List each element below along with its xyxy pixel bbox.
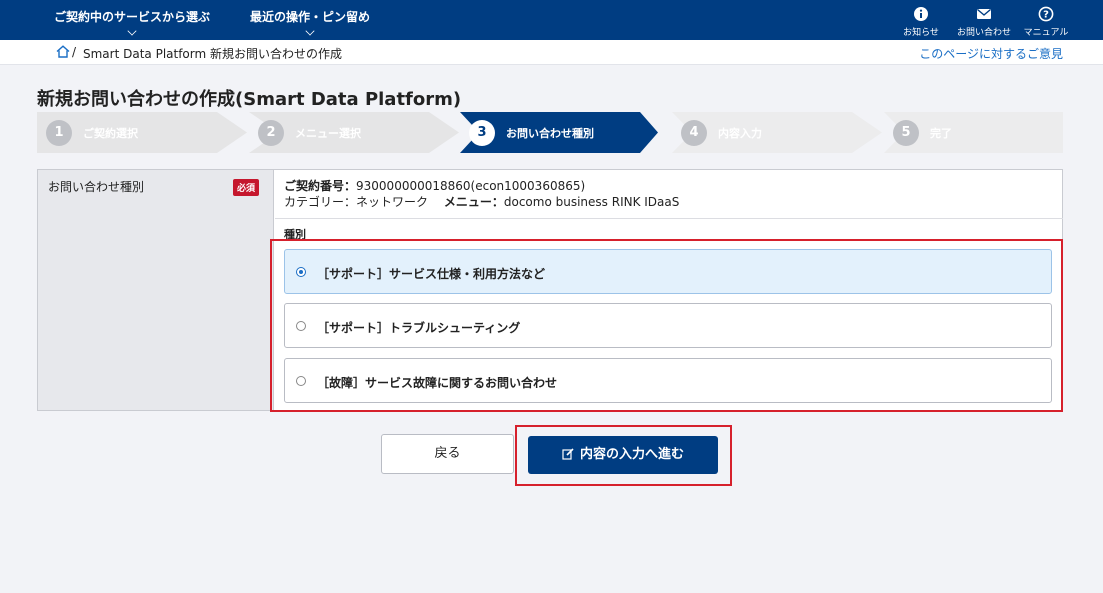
contracted-services-label: ご契約中のサービスから選ぶ [54,10,211,24]
step-label: ご契約選択 [83,127,138,140]
breadcrumb-current: Smart Data Platform 新規お問い合わせの作成 [83,47,343,61]
field-label: お問い合わせ種別 [48,180,145,194]
contact-label: お問い合わせ [956,28,1011,38]
step-number: 1 [46,120,72,146]
option-label: ［故障］サービス故障に関するお問い合わせ [317,376,558,390]
option-support-spec[interactable]: ［サポート］サービス仕様・利用方法など [284,249,1052,294]
menu-label: メニュー： [443,195,504,209]
step-3: 3 お問い合わせ種別 [460,112,670,153]
option-label: ［サポート］サービス仕様・利用方法など [317,267,546,281]
required-badge: 必須 [233,179,260,196]
step-indicator: 1 ご契約選択 2 メニュー選択 3 お問い合わせ種別 4 内容入力 5 完了 [37,112,1063,153]
category-menu-row: カテゴリー：ネットワーク メニュー：docomo business RINK I… [284,194,679,210]
step-label: メニュー選択 [295,127,361,140]
step-label: 完了 [930,127,952,140]
option-support-troubleshooting[interactable]: ［サポート］トラブルシューティング [284,303,1052,348]
step-5: 5 完了 [884,112,1063,153]
step-label: お問い合わせ種別 [506,127,594,140]
manual-link[interactable]: ? マニュアル [1017,6,1075,38]
radio-button[interactable] [296,321,306,331]
proceed-label: 内容の入力へ進む [579,447,684,462]
mail-icon [977,8,991,19]
contact-link[interactable]: お問い合わせ [955,6,1013,38]
contracted-services-menu[interactable]: ご契約中のサービスから選ぶ [54,8,211,36]
step-1: 1 ご契約選択 [37,112,247,153]
home-icon[interactable] [56,45,70,58]
option-failure-inquiry[interactable]: ［故障］サービス故障に関するお問い合わせ [284,358,1052,403]
step-number: 5 [893,120,919,146]
manual-label: マニュアル [1023,28,1069,38]
contract-number-label: ご契約番号： [284,179,357,193]
recent-pinned-menu[interactable]: 最近の操作・ピン留め [250,8,371,36]
notifications-link[interactable]: お知らせ [892,6,950,38]
svg-text:?: ? [1043,10,1049,21]
chevron-down-icon [127,26,137,36]
page-feedback-link[interactable]: このページに対するご意見 [919,45,1063,62]
radio-button[interactable] [296,376,306,386]
edit-icon [562,448,574,460]
step-number: 3 [469,120,495,146]
category-label: カテゴリー： [284,195,357,209]
breadcrumb: / Smart Data Platform 新規お問い合わせの作成 このページに… [0,40,1103,65]
notifications-label: お知らせ [903,28,939,38]
help-icon: ? [1038,6,1054,22]
menu-value: docomo business RINK IDaaS [503,195,680,209]
page-title: 新規お問い合わせの作成(Smart Data Platform) [37,89,462,110]
option-label: ［サポート］トラブルシューティング [317,321,521,335]
step-label: 内容入力 [718,127,762,140]
recent-pinned-label: 最近の操作・ピン留め [250,10,371,24]
radio-button[interactable] [296,267,306,277]
breadcrumb-separator: / [72,45,77,59]
divider [275,218,1063,219]
info-icon [914,7,928,21]
step-number: 4 [681,120,707,146]
step-number: 2 [258,120,284,146]
field-header: お問い合わせ種別 必須 [38,170,274,410]
category-value: ネットワーク [356,195,429,209]
top-nav: ご契約中のサービスから選ぶ 最近の操作・ピン留め お知らせ お問い合わせ ? マ… [0,0,1103,40]
contract-number-value: 930000000018860(econ1000360865) [356,179,586,193]
back-button[interactable]: 戻る [381,434,514,474]
step-4: 4 内容入力 [672,112,882,153]
step-2: 2 メニュー選択 [249,112,459,153]
chevron-down-icon [305,26,315,36]
contract-info: ご契約番号：930000000018860(econ1000360865) カテ… [284,178,679,210]
proceed-to-input-button[interactable]: 内容の入力へ進む [528,436,718,474]
contract-number-row: ご契約番号：930000000018860(econ1000360865) [284,178,679,194]
